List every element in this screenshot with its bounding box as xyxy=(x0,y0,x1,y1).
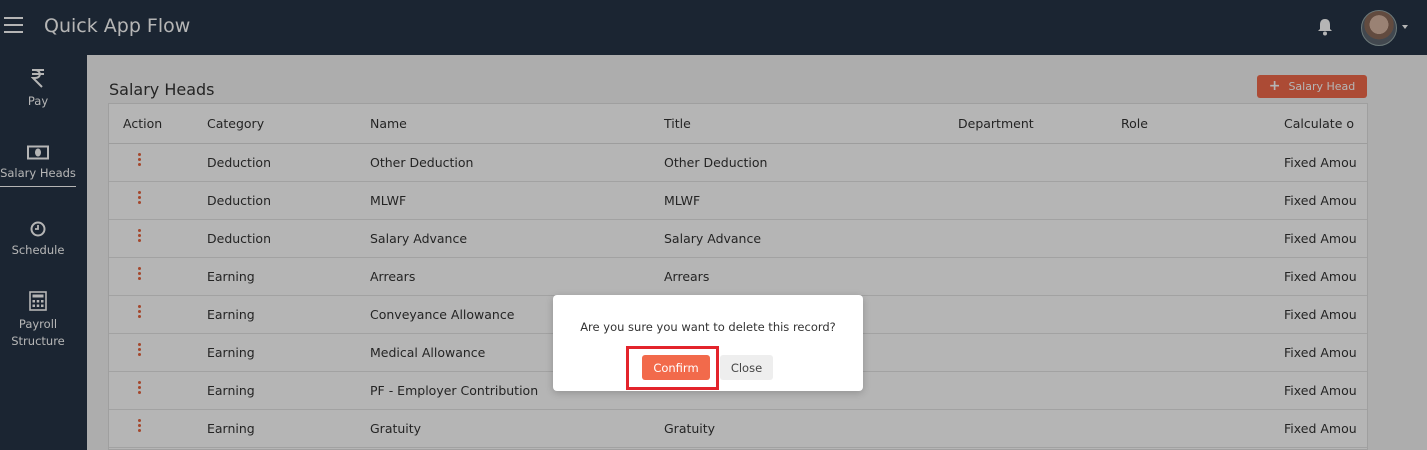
confirm-highlight-box xyxy=(626,346,719,390)
close-button[interactable]: Close xyxy=(720,355,773,380)
dialog-message: Are you sure you want to delete this rec… xyxy=(580,320,836,334)
